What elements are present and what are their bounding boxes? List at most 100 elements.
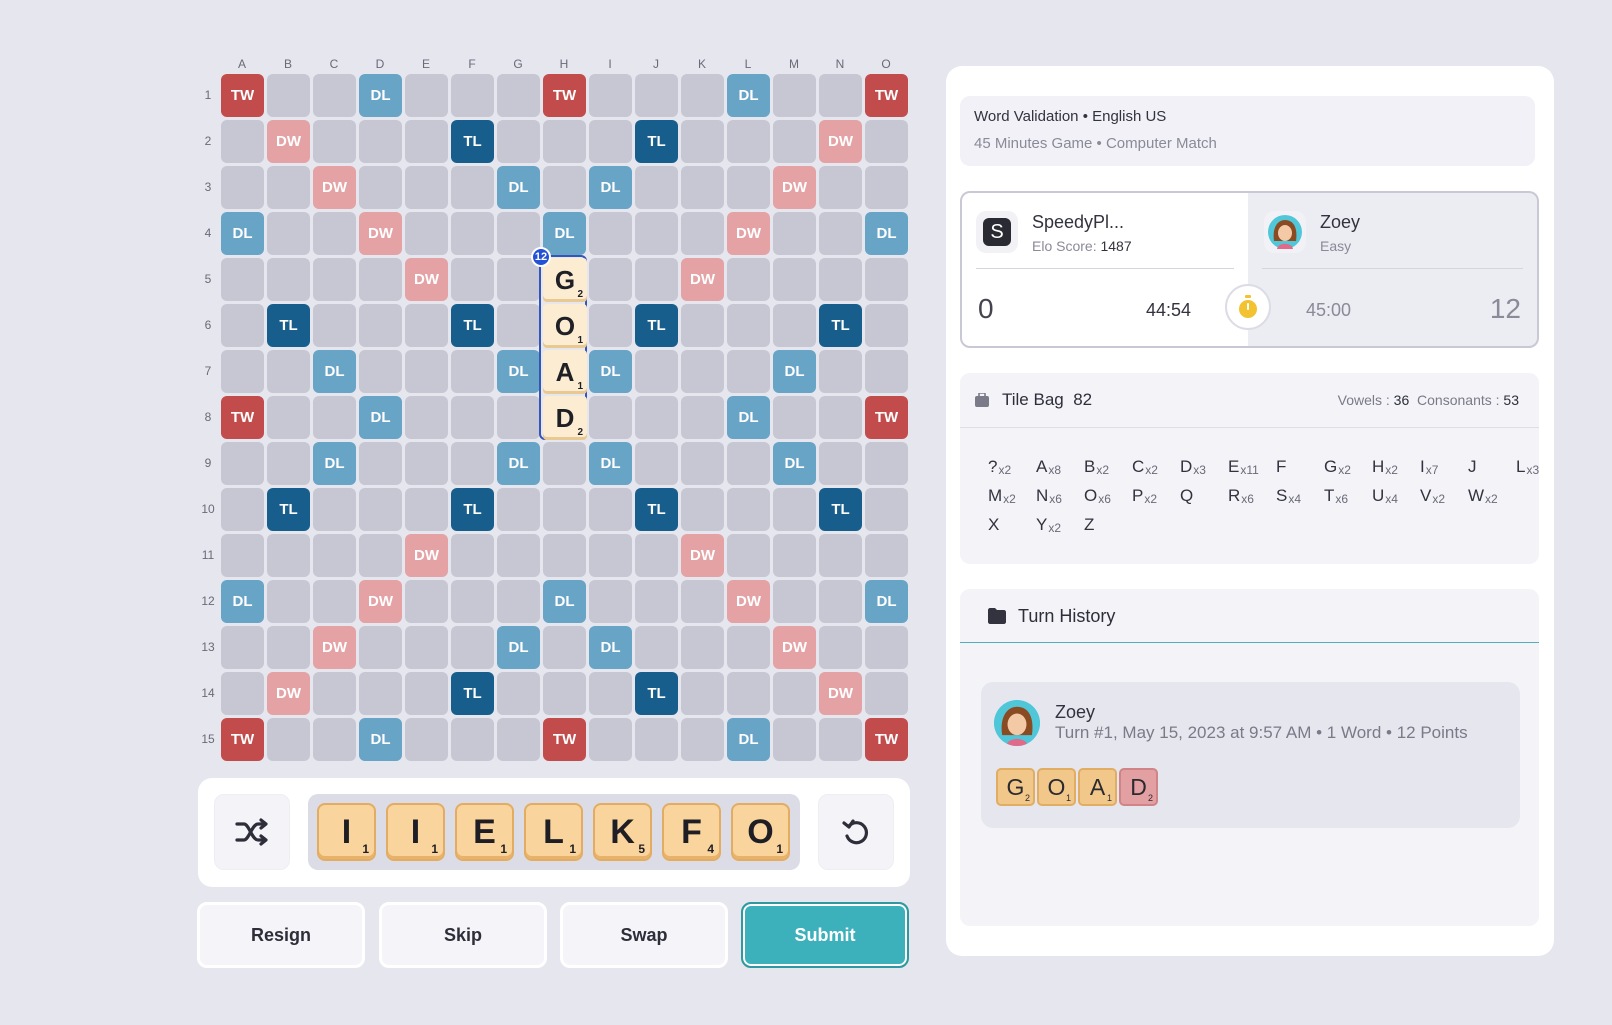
board-square[interactable] (359, 258, 402, 301)
board-square[interactable] (773, 672, 816, 715)
board-square[interactable] (543, 166, 586, 209)
board-square-tl[interactable]: TL (451, 120, 494, 163)
board-square[interactable] (819, 212, 862, 255)
board-square-dl[interactable]: DL (221, 212, 264, 255)
rack-tile[interactable]: E1 (455, 803, 514, 861)
board-square-dl[interactable]: DL (497, 626, 540, 669)
board-square[interactable] (727, 166, 770, 209)
board-square[interactable] (451, 580, 494, 623)
board-square-tl[interactable]: TL (819, 304, 862, 347)
board-square-dl[interactable]: DL (359, 718, 402, 761)
board-square-dw[interactable]: DW (819, 120, 862, 163)
board-square[interactable] (451, 534, 494, 577)
board-square-tl[interactable]: TL (819, 488, 862, 531)
board-square-tl[interactable]: TL (635, 304, 678, 347)
board-square[interactable] (543, 442, 586, 485)
board-square[interactable] (819, 74, 862, 117)
board-square[interactable] (451, 166, 494, 209)
board-square[interactable] (221, 534, 264, 577)
board-square[interactable] (865, 120, 908, 163)
board-square[interactable] (589, 304, 632, 347)
board-square[interactable] (405, 74, 448, 117)
board-square-dw[interactable]: DW (681, 534, 724, 577)
board-square[interactable] (359, 166, 402, 209)
board-square-dl[interactable]: DL (727, 718, 770, 761)
board-square[interactable] (773, 212, 816, 255)
board-square[interactable] (635, 258, 678, 301)
board-square[interactable] (543, 672, 586, 715)
board-square[interactable] (727, 258, 770, 301)
board-square[interactable] (497, 120, 540, 163)
board-square[interactable] (819, 166, 862, 209)
board-square[interactable] (267, 74, 310, 117)
board-square[interactable] (681, 396, 724, 439)
board-square[interactable] (773, 534, 816, 577)
board-square[interactable] (589, 258, 632, 301)
board-square-dl[interactable]: DL (865, 580, 908, 623)
board-square[interactable] (497, 488, 540, 531)
swap-button[interactable]: Swap (560, 902, 728, 968)
rack-tile[interactable]: L1 (524, 803, 583, 861)
board-square[interactable] (865, 166, 908, 209)
board-square[interactable] (773, 304, 816, 347)
board-square[interactable] (727, 120, 770, 163)
board-square[interactable] (221, 626, 264, 669)
board-square[interactable] (313, 304, 356, 347)
board-square-dw[interactable]: DW (773, 626, 816, 669)
board-square[interactable] (543, 534, 586, 577)
board-square-dl[interactable]: DL (543, 212, 586, 255)
board-square[interactable] (497, 534, 540, 577)
board-square-dl[interactable]: DL (727, 74, 770, 117)
board-square[interactable] (635, 166, 678, 209)
board-square-dl[interactable]: DL (543, 580, 586, 623)
board-square[interactable] (267, 626, 310, 669)
board-square[interactable] (865, 258, 908, 301)
board-square[interactable] (819, 442, 862, 485)
board-square-dl[interactable]: DL (773, 350, 816, 393)
board-square[interactable] (773, 396, 816, 439)
recall-tiles-button[interactable] (818, 794, 894, 870)
board-square[interactable] (819, 396, 862, 439)
board-square[interactable] (589, 718, 632, 761)
board-square-tl[interactable]: TL (635, 488, 678, 531)
board-square[interactable] (405, 166, 448, 209)
board-square[interactable] (727, 488, 770, 531)
board-square[interactable] (405, 672, 448, 715)
board-square[interactable] (819, 718, 862, 761)
rack-tile[interactable]: I1 (317, 803, 376, 861)
board-square[interactable] (451, 396, 494, 439)
board-square[interactable] (405, 212, 448, 255)
board-square-tw[interactable]: TW (543, 74, 586, 117)
board-square[interactable] (773, 258, 816, 301)
board-square[interactable] (773, 488, 816, 531)
board-square-dw[interactable]: DW (267, 672, 310, 715)
board-square[interactable] (267, 580, 310, 623)
board-square[interactable] (451, 626, 494, 669)
board-square[interactable] (359, 534, 402, 577)
board-square[interactable] (681, 74, 724, 117)
board-square[interactable] (221, 488, 264, 531)
board-square-tl[interactable]: TL (635, 120, 678, 163)
board-square-dl[interactable]: DL (589, 442, 632, 485)
board-square[interactable] (635, 626, 678, 669)
board-square-dl[interactable]: DL (313, 442, 356, 485)
board-square[interactable] (221, 258, 264, 301)
board-square[interactable] (681, 350, 724, 393)
board-square[interactable] (865, 672, 908, 715)
board-square[interactable] (819, 534, 862, 577)
board-square-tw[interactable]: TW (865, 396, 908, 439)
rack-tile[interactable]: O1 (731, 803, 790, 861)
board-square[interactable] (543, 488, 586, 531)
board-square[interactable] (451, 718, 494, 761)
board-square[interactable] (773, 74, 816, 117)
board-square[interactable] (359, 350, 402, 393)
rack-tile[interactable]: F4 (662, 803, 721, 861)
board-square-dl[interactable]: DL (359, 396, 402, 439)
board-square[interactable] (359, 304, 402, 347)
board-square[interactable] (635, 580, 678, 623)
shuffle-button[interactable] (214, 794, 290, 870)
board-square[interactable] (267, 258, 310, 301)
board-square[interactable] (635, 442, 678, 485)
board-square-dw[interactable]: DW (267, 120, 310, 163)
board-square[interactable] (267, 166, 310, 209)
